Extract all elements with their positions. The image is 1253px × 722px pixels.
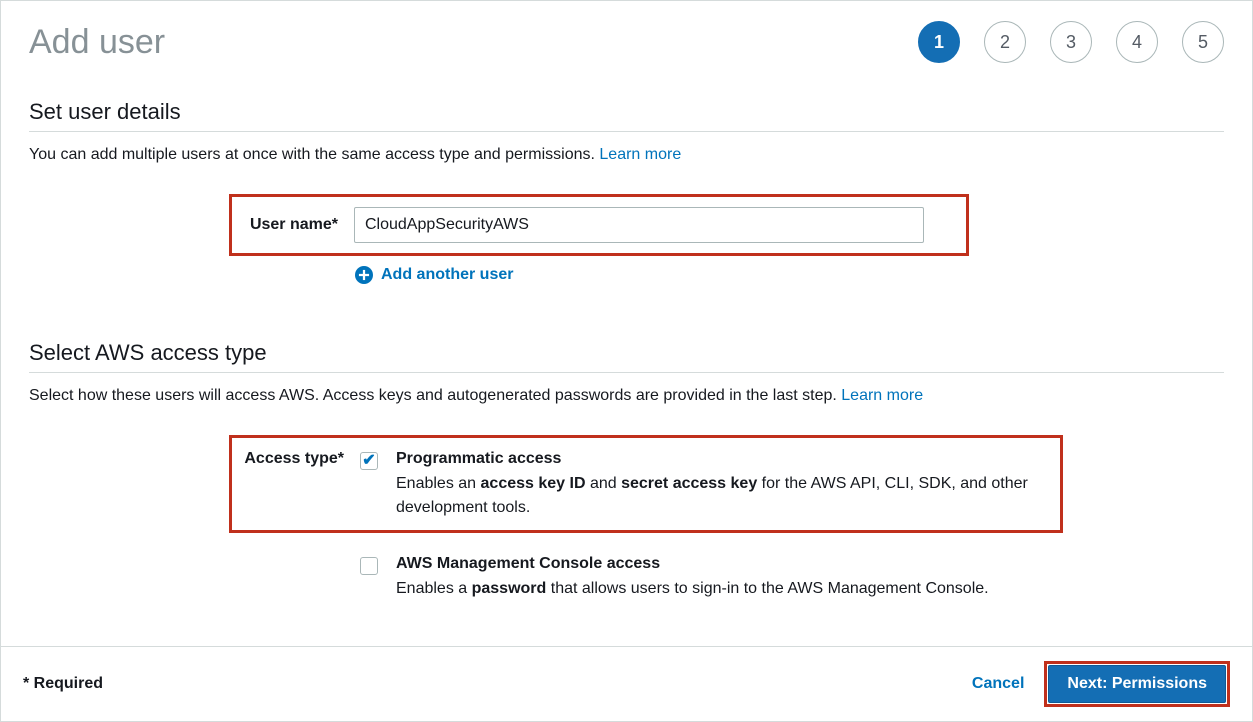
- programmatic-access-desc: Enables an access key ID and secret acce…: [396, 472, 1048, 520]
- next-highlight: Next: Permissions: [1044, 661, 1230, 707]
- next-permissions-button[interactable]: Next: Permissions: [1048, 665, 1226, 703]
- access-type-highlight: Access type* Programmatic access Enables…: [229, 435, 1063, 533]
- step-2[interactable]: 2: [984, 21, 1026, 63]
- username-label: User name*: [244, 216, 354, 234]
- footer: * Required Cancel Next: Permissions: [1, 646, 1252, 721]
- progress-steps: 1 2 3 4 5: [918, 21, 1224, 63]
- step-4[interactable]: 4: [1116, 21, 1158, 63]
- step-5[interactable]: 5: [1182, 21, 1224, 63]
- console-access-desc: Enables a password that allows users to …: [396, 577, 1064, 601]
- add-another-user-label: Add another user: [381, 266, 513, 284]
- programmatic-access-title: Programmatic access: [396, 450, 1048, 468]
- programmatic-access-checkbox[interactable]: [360, 452, 378, 470]
- add-another-user-button[interactable]: Add another user: [355, 266, 1224, 284]
- step-3[interactable]: 3: [1050, 21, 1092, 63]
- intro-text: You can add multiple users at once with …: [29, 146, 599, 163]
- divider: [29, 372, 1224, 373]
- step-1[interactable]: 1: [918, 21, 960, 63]
- access-intro-text: Select how these users will access AWS. …: [29, 387, 841, 404]
- plus-circle-icon: [355, 266, 373, 284]
- learn-more-link-access[interactable]: Learn more: [841, 387, 923, 404]
- username-highlight: User name*: [229, 194, 969, 256]
- access-type-heading: Select AWS access type: [29, 340, 1224, 366]
- set-user-details-intro: You can add multiple users at once with …: [29, 146, 1224, 164]
- required-note: * Required: [23, 675, 103, 693]
- console-access-checkbox[interactable]: [360, 557, 378, 575]
- access-type-label: Access type*: [244, 450, 360, 468]
- username-input[interactable]: [354, 207, 924, 243]
- access-type-intro: Select how these users will access AWS. …: [29, 387, 1224, 405]
- console-access-title: AWS Management Console access: [396, 555, 1064, 573]
- learn-more-link[interactable]: Learn more: [599, 146, 681, 163]
- set-user-details-heading: Set user details: [29, 99, 1224, 125]
- page-title: Add user: [29, 23, 165, 62]
- cancel-button[interactable]: Cancel: [972, 675, 1024, 693]
- divider: [29, 131, 1224, 132]
